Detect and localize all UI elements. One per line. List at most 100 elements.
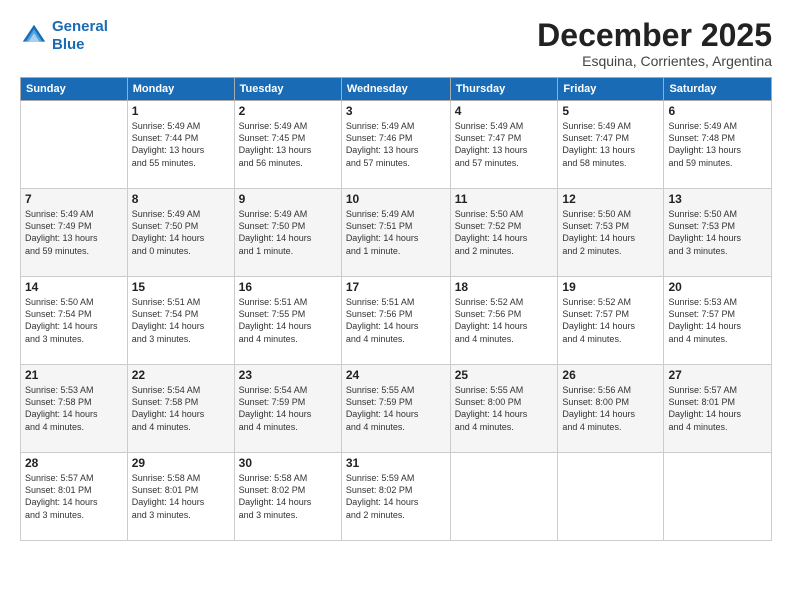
day-number: 20 xyxy=(668,280,767,294)
day-info: Sunrise: 5:49 AM Sunset: 7:47 PM Dayligh… xyxy=(562,120,659,169)
logo-general: General xyxy=(52,18,108,35)
calendar-cell: 2 Sunrise: 5:49 AM Sunset: 7:45 PM Daylig… xyxy=(234,101,341,189)
calendar-week-1: 1 Sunrise: 5:49 AM Sunset: 7:44 PM Daylig… xyxy=(21,101,772,189)
calendar-cell: 29 Sunrise: 5:58 AM Sunset: 8:01 PM Dayli… xyxy=(127,453,234,541)
calendar-cell: 8 Sunrise: 5:49 AM Sunset: 7:50 PM Daylig… xyxy=(127,189,234,277)
day-info: Sunrise: 5:53 AM Sunset: 7:57 PM Dayligh… xyxy=(668,296,767,345)
day-number: 8 xyxy=(132,192,230,206)
day-info: Sunrise: 5:58 AM Sunset: 8:01 PM Dayligh… xyxy=(132,472,230,521)
calendar-cell: 26 Sunrise: 5:56 AM Sunset: 8:00 PM Dayli… xyxy=(558,365,664,453)
day-number: 1 xyxy=(132,104,230,118)
day-number: 24 xyxy=(346,368,446,382)
day-info: Sunrise: 5:49 AM Sunset: 7:51 PM Dayligh… xyxy=(346,208,446,257)
calendar-table: SundayMondayTuesdayWednesdayThursdayFrid… xyxy=(20,77,772,541)
calendar-week-4: 21Sunrise: 5:53 AM Sunset: 7:58 PM Dayli… xyxy=(21,365,772,453)
col-header-thursday: Thursday xyxy=(450,78,558,101)
calendar-cell: 14Sunrise: 5:50 AM Sunset: 7:54 PM Dayli… xyxy=(21,277,128,365)
day-number: 26 xyxy=(562,368,659,382)
day-number: 3 xyxy=(346,104,446,118)
calendar-cell: 5 Sunrise: 5:49 AM Sunset: 7:47 PM Daylig… xyxy=(558,101,664,189)
day-number: 12 xyxy=(562,192,659,206)
calendar-cell: 20 Sunrise: 5:53 AM Sunset: 7:57 PM Dayli… xyxy=(664,277,772,365)
day-number: 6 xyxy=(668,104,767,118)
day-number: 29 xyxy=(132,456,230,470)
calendar-cell: 13 Sunrise: 5:50 AM Sunset: 7:53 PM Dayli… xyxy=(664,189,772,277)
calendar-cell: 1 Sunrise: 5:49 AM Sunset: 7:44 PM Daylig… xyxy=(127,101,234,189)
day-number: 27 xyxy=(668,368,767,382)
calendar-cell: 30 Sunrise: 5:58 AM Sunset: 8:02 PM Dayli… xyxy=(234,453,341,541)
calendar-cell xyxy=(450,453,558,541)
day-info: Sunrise: 5:53 AM Sunset: 7:58 PM Dayligh… xyxy=(25,384,123,433)
col-header-friday: Friday xyxy=(558,78,664,101)
day-info: Sunrise: 5:51 AM Sunset: 7:55 PM Dayligh… xyxy=(239,296,337,345)
col-header-wednesday: Wednesday xyxy=(341,78,450,101)
page: General Blue December 2025 Esquina, Corr… xyxy=(0,0,792,612)
calendar-cell: 16 Sunrise: 5:51 AM Sunset: 7:55 PM Dayli… xyxy=(234,277,341,365)
day-info: Sunrise: 5:56 AM Sunset: 8:00 PM Dayligh… xyxy=(562,384,659,433)
logo: General Blue xyxy=(20,18,108,54)
col-header-saturday: Saturday xyxy=(664,78,772,101)
calendar-cell: 31Sunrise: 5:59 AM Sunset: 8:02 PM Dayli… xyxy=(341,453,450,541)
day-number: 13 xyxy=(668,192,767,206)
day-info: Sunrise: 5:49 AM Sunset: 7:46 PM Dayligh… xyxy=(346,120,446,169)
calendar-header-row: SundayMondayTuesdayWednesdayThursdayFrid… xyxy=(21,78,772,101)
calendar-cell: 22Sunrise: 5:54 AM Sunset: 7:58 PM Dayli… xyxy=(127,365,234,453)
day-info: Sunrise: 5:49 AM Sunset: 7:45 PM Dayligh… xyxy=(239,120,337,169)
day-info: Sunrise: 5:49 AM Sunset: 7:50 PM Dayligh… xyxy=(239,208,337,257)
day-info: Sunrise: 5:49 AM Sunset: 7:48 PM Dayligh… xyxy=(668,120,767,169)
calendar-cell xyxy=(558,453,664,541)
day-number: 28 xyxy=(25,456,123,470)
day-info: Sunrise: 5:59 AM Sunset: 8:02 PM Dayligh… xyxy=(346,472,446,521)
day-info: Sunrise: 5:52 AM Sunset: 7:56 PM Dayligh… xyxy=(455,296,554,345)
day-info: Sunrise: 5:50 AM Sunset: 7:54 PM Dayligh… xyxy=(25,296,123,345)
main-title: December 2025 xyxy=(537,18,772,53)
day-number: 15 xyxy=(132,280,230,294)
calendar-week-2: 7Sunrise: 5:49 AM Sunset: 7:49 PM Daylig… xyxy=(21,189,772,277)
day-info: Sunrise: 5:55 AM Sunset: 8:00 PM Dayligh… xyxy=(455,384,554,433)
day-info: Sunrise: 5:51 AM Sunset: 7:56 PM Dayligh… xyxy=(346,296,446,345)
logo-icon xyxy=(20,22,48,50)
col-header-monday: Monday xyxy=(127,78,234,101)
day-number: 22 xyxy=(132,368,230,382)
day-number: 23 xyxy=(239,368,337,382)
day-info: Sunrise: 5:49 AM Sunset: 7:47 PM Dayligh… xyxy=(455,120,554,169)
calendar-cell: 17 Sunrise: 5:51 AM Sunset: 7:56 PM Dayli… xyxy=(341,277,450,365)
calendar-cell: 15Sunrise: 5:51 AM Sunset: 7:54 PM Dayli… xyxy=(127,277,234,365)
header: General Blue December 2025 Esquina, Corr… xyxy=(20,18,772,69)
day-info: Sunrise: 5:57 AM Sunset: 8:01 PM Dayligh… xyxy=(668,384,767,433)
calendar-cell: 9Sunrise: 5:49 AM Sunset: 7:50 PM Daylig… xyxy=(234,189,341,277)
col-header-tuesday: Tuesday xyxy=(234,78,341,101)
day-number: 10 xyxy=(346,192,446,206)
logo-blue: Blue xyxy=(52,36,85,53)
logo-text: General Blue xyxy=(52,18,108,54)
day-number: 19 xyxy=(562,280,659,294)
calendar-week-5: 28 Sunrise: 5:57 AM Sunset: 8:01 PM Dayli… xyxy=(21,453,772,541)
col-header-sunday: Sunday xyxy=(21,78,128,101)
calendar-cell: 4 Sunrise: 5:49 AM Sunset: 7:47 PM Daylig… xyxy=(450,101,558,189)
calendar-cell: 19Sunrise: 5:52 AM Sunset: 7:57 PM Dayli… xyxy=(558,277,664,365)
day-info: Sunrise: 5:50 AM Sunset: 7:52 PM Dayligh… xyxy=(455,208,554,257)
calendar-cell: 11 Sunrise: 5:50 AM Sunset: 7:52 PM Dayli… xyxy=(450,189,558,277)
day-number: 17 xyxy=(346,280,446,294)
day-number: 4 xyxy=(455,104,554,118)
day-info: Sunrise: 5:49 AM Sunset: 7:50 PM Dayligh… xyxy=(132,208,230,257)
calendar-cell: 21Sunrise: 5:53 AM Sunset: 7:58 PM Dayli… xyxy=(21,365,128,453)
day-number: 5 xyxy=(562,104,659,118)
calendar-cell: 12 Sunrise: 5:50 AM Sunset: 7:53 PM Dayli… xyxy=(558,189,664,277)
day-info: Sunrise: 5:50 AM Sunset: 7:53 PM Dayligh… xyxy=(668,208,767,257)
calendar-cell: 28 Sunrise: 5:57 AM Sunset: 8:01 PM Dayli… xyxy=(21,453,128,541)
calendar-cell: 10 Sunrise: 5:49 AM Sunset: 7:51 PM Dayli… xyxy=(341,189,450,277)
day-number: 30 xyxy=(239,456,337,470)
calendar-cell: 18Sunrise: 5:52 AM Sunset: 7:56 PM Dayli… xyxy=(450,277,558,365)
day-info: Sunrise: 5:49 AM Sunset: 7:44 PM Dayligh… xyxy=(132,120,230,169)
day-number: 25 xyxy=(455,368,554,382)
calendar-cell: 23Sunrise: 5:54 AM Sunset: 7:59 PM Dayli… xyxy=(234,365,341,453)
day-info: Sunrise: 5:55 AM Sunset: 7:59 PM Dayligh… xyxy=(346,384,446,433)
day-info: Sunrise: 5:50 AM Sunset: 7:53 PM Dayligh… xyxy=(562,208,659,257)
day-number: 16 xyxy=(239,280,337,294)
calendar-cell: 3 Sunrise: 5:49 AM Sunset: 7:46 PM Daylig… xyxy=(341,101,450,189)
day-info: Sunrise: 5:58 AM Sunset: 8:02 PM Dayligh… xyxy=(239,472,337,521)
day-info: Sunrise: 5:57 AM Sunset: 8:01 PM Dayligh… xyxy=(25,472,123,521)
day-number: 11 xyxy=(455,192,554,206)
day-number: 2 xyxy=(239,104,337,118)
